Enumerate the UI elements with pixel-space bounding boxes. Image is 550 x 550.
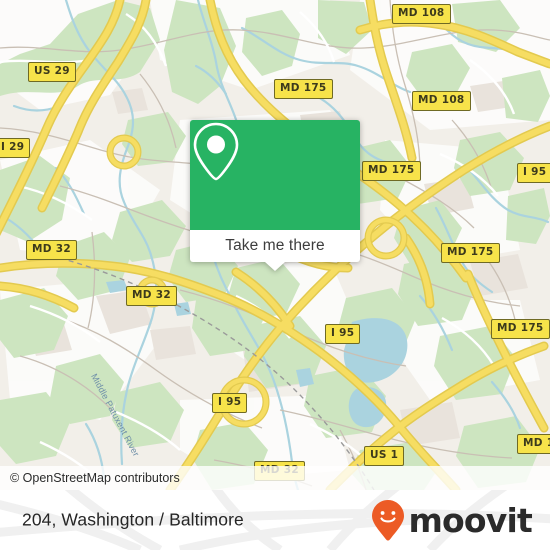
moovit-logo: moovit xyxy=(371,499,533,541)
road-shield: I 95 xyxy=(325,324,361,344)
footer-bar: 204, Washington / Baltimore moovit xyxy=(0,490,550,550)
road-shield: MD 32 xyxy=(26,240,77,260)
map-pin-icon xyxy=(193,122,239,181)
moovit-smiley-pin-icon xyxy=(372,500,405,541)
attribution-text: © OpenStreetMap contributors xyxy=(10,471,180,485)
road-shield: MD 175 xyxy=(362,161,421,181)
page-title: 204, Washington / Baltimore xyxy=(22,509,244,530)
road-shield: I 29 xyxy=(0,138,31,158)
road-shield: I 95 xyxy=(212,393,248,413)
road-shield: US 1 xyxy=(364,446,405,466)
map-attribution: © OpenStreetMap contributors xyxy=(0,466,550,490)
road-shield: MD 108 xyxy=(392,4,451,24)
popup-header xyxy=(190,120,360,230)
brand-name: moovit xyxy=(408,500,532,540)
road-shield: MD 175 xyxy=(441,243,500,263)
popup-tail xyxy=(265,262,285,271)
map-canvas[interactable]: MD 108 US 29 MD 175 MD 108 I 29 MD 175 I… xyxy=(0,0,550,490)
popup-action-bar[interactable]: Take me there xyxy=(190,230,360,271)
road-shield: MD 108 xyxy=(412,91,471,111)
destination-popup[interactable]: Take me there xyxy=(190,120,360,271)
road-shield: MD 32 xyxy=(126,286,177,306)
road-shield: US 29 xyxy=(28,62,76,82)
take-me-there-label: Take me there xyxy=(225,237,325,254)
road-shield: I 95 xyxy=(517,163,550,183)
road-shield: MD 17 xyxy=(517,434,550,454)
road-shield: MD 175 xyxy=(274,79,333,99)
road-shield: MD 175 xyxy=(491,319,550,339)
moovit-map-screen: MD 108 US 29 MD 175 MD 108 I 29 MD 175 I… xyxy=(0,0,550,550)
